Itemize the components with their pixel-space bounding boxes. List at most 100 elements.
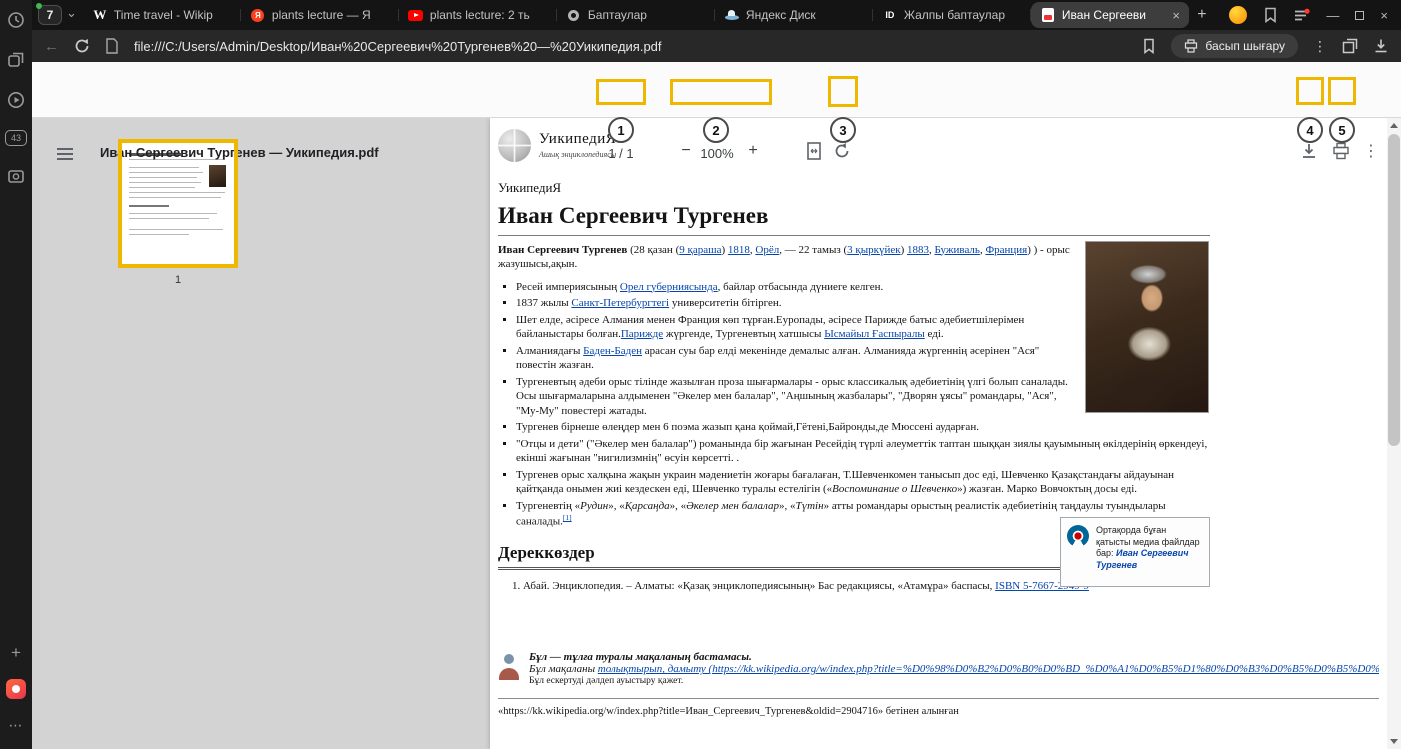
commons-media-box: Ортақорда бұған қатысты медиа файлдар ба… [1060,517,1210,587]
article-text: жүргенде, Тургеневтың хатшысы [663,328,824,340]
tab-strip: W Time travel - Wikip Я plants lecture —… [83,0,1217,30]
maximize-icon[interactable] [1355,11,1364,20]
zoom-out-button[interactable]: − [677,142,695,160]
commons-text: Ортақорда бұған қатысты медиа файлдар ба… [1096,525,1203,572]
article-text: Иван Сергеевич Тургенев [498,244,627,256]
minimize-icon[interactable]: — [1326,8,1339,23]
print-icon[interactable] [1332,142,1350,160]
article-link[interactable]: толықтырып, дамыту (https://kk.wikipedia… [598,663,1379,675]
zoom-in-button[interactable]: + [744,142,762,160]
tab-label: Жалпы баптаулар [904,8,1022,22]
tab-label: Баптаулар [588,8,706,22]
article-bullet: Тургенев орыс халқына жақын украин мәден… [516,468,1210,497]
reload-icon[interactable] [74,38,90,54]
bookmark-icon[interactable] [1142,38,1156,54]
annotation-number-4: 4 [1297,117,1323,143]
sidebar-more-icon[interactable]: ⋯ [0,705,32,745]
article-link[interactable]: 1883 [907,244,929,256]
url-field[interactable]: file:///C:/Users/Admin/Desktop/Иван%20Се… [134,39,1127,54]
article-link[interactable]: Санкт-Петербургтегі [571,297,669,309]
screenshot-icon[interactable] [0,156,32,196]
chevron-down-icon[interactable]: ⌄ [66,5,77,21]
tab-time-travel[interactable]: W Time travel - Wikip [83,0,241,30]
page-file-icon [105,38,119,54]
scroll-down-icon[interactable] [1387,734,1401,749]
tab-yandex-disk[interactable]: Яндекс Диск [715,0,873,30]
stub-line-3: Бұл ескертуді дәлдеп ауыстыру қажет. [529,676,1379,686]
article-text: , — 22 тамыз ( [779,244,847,256]
vertical-scrollbar[interactable] [1387,118,1401,749]
youtube-icon [408,10,423,21]
tabbar-right-cluster: — × [1216,6,1401,24]
scrollbar-thumb[interactable] [1388,134,1400,446]
back-icon[interactable]: ← [44,38,59,55]
yandex-red-icon: Я [251,9,264,22]
collections-icon[interactable] [1263,7,1278,23]
new-tab-button[interactable]: + [1189,0,1215,30]
notifications-icon[interactable] [1294,8,1310,22]
article-link[interactable]: Баден-Баден [583,345,642,357]
close-window-icon[interactable]: × [1380,8,1388,23]
tab-label: Иван Сергееви [1062,8,1166,22]
annotation-number-1: 1 [608,117,634,143]
article-text: Бұл мақаланы [529,663,598,675]
article-text: », « [670,500,687,512]
history-clock-icon[interactable] [0,0,32,40]
article-text: Түтін [795,500,823,512]
tab-count-badge[interactable]: 43 [5,130,27,146]
scroll-up-icon[interactable] [1387,118,1401,133]
rotate-icon[interactable] [833,142,851,160]
id-icon: ID [882,7,898,23]
stub-line-2: Бұл мақаланы толықтырып, дамыту (https:/… [529,663,1379,675]
article-text: 1837 жылы [516,297,571,309]
download-icon[interactable] [1300,142,1318,160]
profile-avatar[interactable] [1229,6,1247,24]
article-link[interactable]: Франция [985,244,1027,256]
annotation-number-3: 3 [830,117,856,143]
tab-active-pdf[interactable]: Иван Сергееви × [1031,2,1189,28]
article-text: еді. [925,328,944,340]
toolbar-more-icon[interactable]: ⋮ [1362,141,1380,161]
close-tab-icon[interactable]: × [1172,8,1180,23]
person-stub-icon [498,654,520,680]
menu-hamburger-icon[interactable] [56,147,74,161]
thumbnail-image-placeholder [209,165,226,187]
article-link[interactable]: Парижде [621,328,663,340]
article-link[interactable]: 9 қараша [679,244,721,256]
annotation-number-5: 5 [1329,117,1355,143]
tab-counter[interactable]: 7 [38,5,62,25]
browser-window: 43 + ⋯ 7 ⌄ W Time travel - Wikip Я plant… [0,0,1401,749]
article-link[interactable]: [1] [563,513,572,522]
print-page-button[interactable]: басып шығару [1171,34,1298,58]
tab-plants-lecture-video[interactable]: plants lecture: 2 ть [399,0,557,30]
article-link[interactable]: Буживаль [935,244,980,256]
tab-settings[interactable]: Баптаулар [557,0,715,30]
page-indicator[interactable]: 1 / 1 [598,146,644,161]
side-panel-icon[interactable] [1342,38,1358,54]
tab-general-settings[interactable]: ID Жалпы баптаулар [873,0,1031,30]
sidebar-add-icon[interactable]: + [0,633,32,673]
article-link[interactable]: 3 қыркүйек [847,244,900,256]
article-link[interactable]: Орёл [755,244,779,256]
annotation-number-2: 2 [703,117,729,143]
bottom-divider [498,698,1379,699]
address-more-icon[interactable]: ⋮ [1313,38,1327,55]
page-thumbnail[interactable] [122,143,234,264]
downloads-icon[interactable] [1373,38,1389,54]
play-icon[interactable] [0,80,32,120]
messenger-icon[interactable] [6,679,26,699]
article-link[interactable]: Орел губерниясында [620,281,718,293]
tabs-panel-icon[interactable] [0,40,32,80]
article-text: Ресей империясының [516,281,620,293]
zoom-level-value[interactable]: 100% [697,146,737,161]
article-text: Алманиядағы [516,345,583,357]
article-text: 1. Абай. Энциклопедия. – Алматы: «Қазақ … [512,580,995,592]
fit-page-icon[interactable] [806,142,822,160]
turgenev-portrait-image [1086,242,1208,412]
article-text: ») жазған. Марко Вовчоктың досы еді. [957,483,1137,495]
article-link[interactable]: 1818 [728,244,750,256]
article-link[interactable]: Ысмайыл Ғаспыралы [824,328,925,340]
tab-plants-lecture-doc[interactable]: Я plants lecture — Я [241,0,399,30]
stub-line-1: Бұл — тұлға туралы мақаланың бастамасы. [529,651,1379,663]
stub-notice: Бұл — тұлға туралы мақаланың бастамасы. … [498,651,1379,686]
